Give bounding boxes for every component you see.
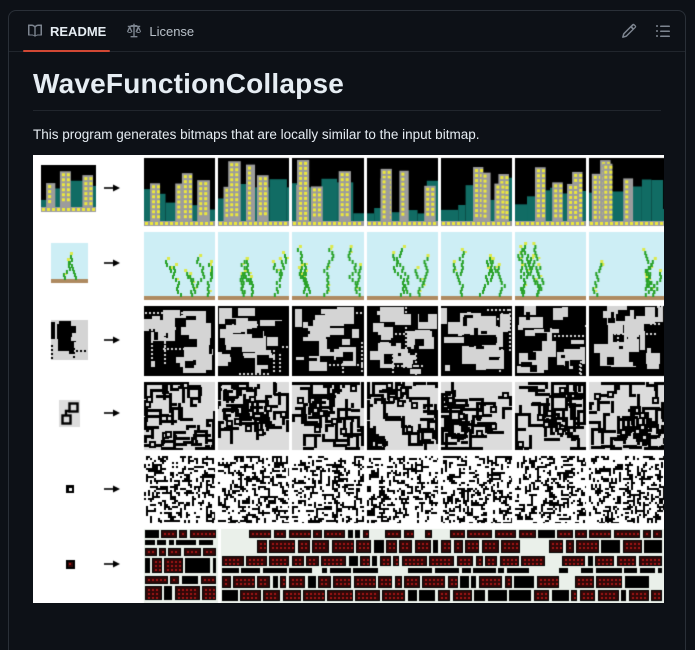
tabbar-spacer: [204, 11, 615, 51]
readme-card: README License: [8, 10, 686, 650]
edit-readme-button[interactable]: [615, 17, 643, 45]
tab-readme-label: README: [50, 24, 106, 39]
book-icon: [27, 23, 43, 39]
tab-license-label: License: [149, 24, 194, 39]
tab-readme[interactable]: README: [17, 11, 116, 51]
active-tab-indicator: [23, 50, 110, 52]
wfc-examples-image: [33, 155, 664, 603]
law-icon: [126, 23, 142, 39]
page-title: WaveFunctionCollapse: [33, 66, 661, 111]
pencil-icon: [621, 23, 637, 39]
tab-license[interactable]: License: [116, 11, 204, 51]
description-text: This program generates bitmaps that are …: [33, 125, 661, 145]
readme-tab-bar: README License: [9, 11, 685, 52]
list-icon: [655, 23, 671, 39]
markdown-body: WaveFunctionCollapse This program genera…: [9, 52, 685, 603]
outline-button[interactable]: [649, 17, 677, 45]
wfc-examples-canvas: [33, 155, 664, 603]
